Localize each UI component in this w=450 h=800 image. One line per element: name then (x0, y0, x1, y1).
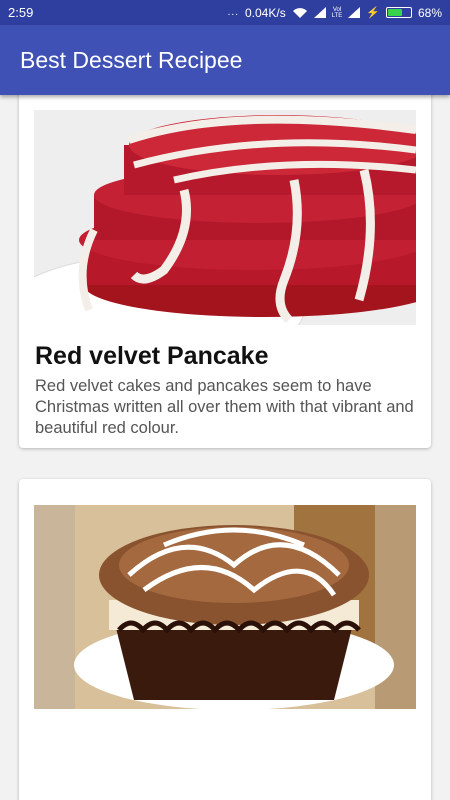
cupcake-illustration (34, 505, 416, 709)
recipe-title: Red velvet Pancake (35, 342, 269, 370)
recipe-card-chocolate-cupcake[interactable] (19, 479, 431, 800)
recipe-image-red-velvet-pancake (34, 110, 416, 325)
pancake-illustration (34, 110, 416, 325)
notification-dots: ... (227, 7, 239, 18)
cell-signal-icon (313, 7, 326, 18)
status-bar: 2:59 ... 0.04K/s Vol LTE ⚡ 68% (0, 0, 450, 25)
app-title: Best Dessert Recipee (20, 46, 243, 73)
volte-icon: Vol LTE (331, 6, 343, 19)
status-time: 2:59 (8, 5, 34, 20)
charging-icon: ⚡ (366, 7, 380, 19)
app-bar: Best Dessert Recipee (0, 25, 450, 95)
battery-icon (385, 7, 412, 18)
recipe-image-chocolate-cupcake (34, 505, 416, 709)
battery-percent: 68% (417, 5, 442, 20)
cell-signal-icon-2 (348, 7, 361, 18)
recipe-description: Red velvet cakes and pancakes seem to ha… (35, 377, 414, 437)
status-icons: ... 0.04K/s Vol LTE ⚡ 68% (228, 6, 442, 20)
battery-fill (387, 9, 403, 16)
recipe-list[interactable]: Red velvet Pancake Red velvet cakes and … (0, 95, 450, 800)
network-speed: 0.04K/s (245, 5, 286, 20)
wifi-icon (292, 7, 307, 18)
recipe-card-red-velvet-pancake[interactable]: Red velvet Pancake Red velvet cakes and … (19, 95, 431, 448)
